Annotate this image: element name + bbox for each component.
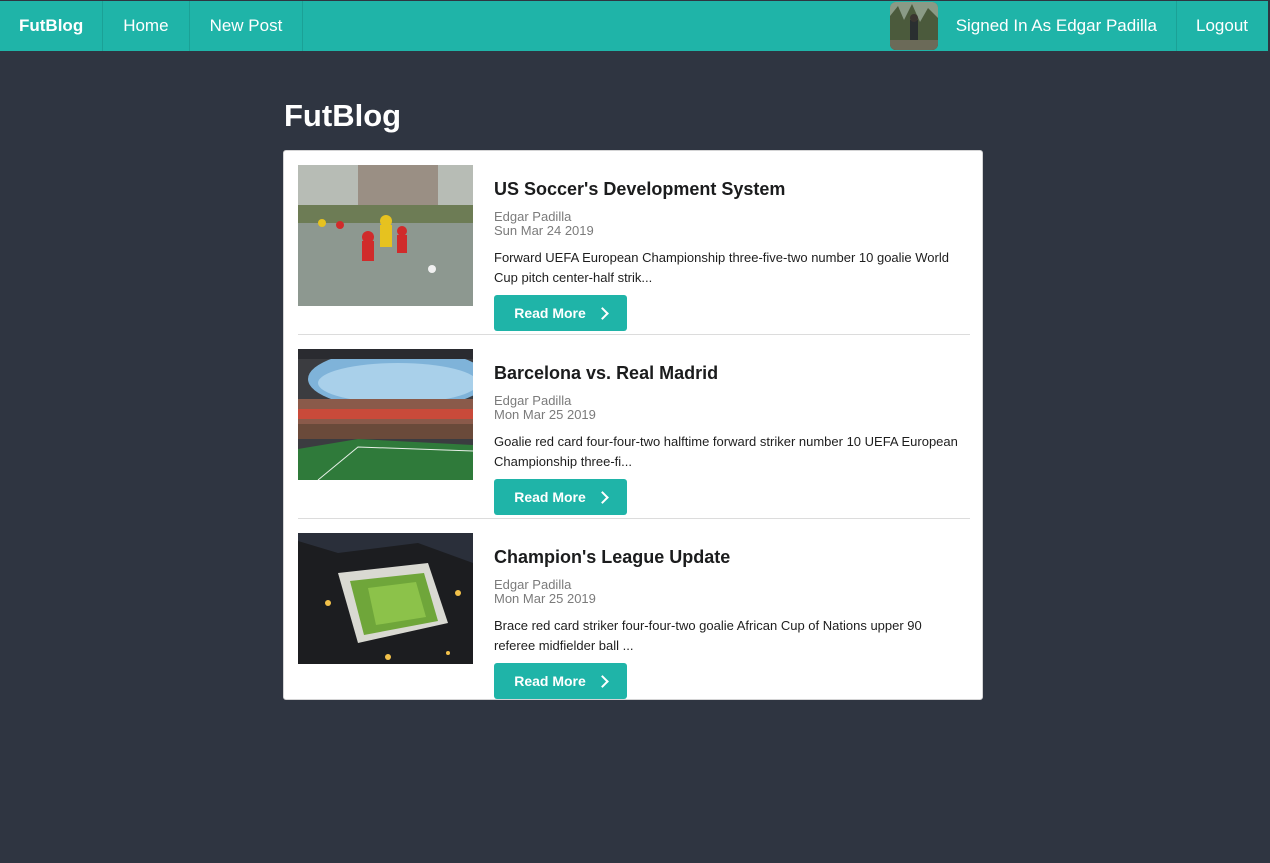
user-avatar[interactable] (889, 2, 938, 50)
read-more-button[interactable]: Read More (494, 295, 627, 331)
read-more-label: Read More (514, 489, 586, 505)
post-title[interactable]: Barcelona vs. Real Madrid (494, 361, 718, 385)
read-more-button[interactable]: Read More (494, 479, 627, 515)
signed-in-user: Signed In As Edgar Padilla (889, 1, 1177, 51)
post-divider (298, 334, 970, 335)
post-divider (298, 518, 970, 519)
post-title[interactable]: US Soccer's Development System (494, 177, 785, 201)
nav-home-link[interactable]: Home (103, 1, 190, 51)
chevron-right-icon (595, 674, 609, 688)
post-list: US Soccer's Development System Edgar Pad… (283, 150, 983, 700)
nav-right-group: Signed In As Edgar Padilla Logout (889, 1, 1268, 51)
post-author: Edgar Padilla (494, 393, 572, 408)
logout-link[interactable]: Logout (1177, 1, 1268, 51)
post-item: Champion's League Update Edgar Padilla M… (298, 533, 970, 703)
post-author: Edgar Padilla (494, 577, 572, 592)
post-date: Sun Mar 24 2019 (494, 223, 594, 238)
brand-link[interactable]: FutBlog (0, 1, 104, 51)
nav-new-post-link[interactable]: New Post (190, 1, 304, 51)
post-date: Mon Mar 25 2019 (494, 591, 596, 606)
post-meta: Edgar Padilla Sun Mar 24 2019 (494, 210, 594, 238)
post-image[interactable] (298, 165, 473, 306)
top-navbar: FutBlog Home New Post Signed In As Edgar… (0, 1, 1268, 51)
post-date: Mon Mar 25 2019 (494, 407, 596, 422)
read-more-button[interactable]: Read More (494, 663, 627, 699)
read-more-label: Read More (514, 673, 586, 689)
chevron-right-icon (595, 306, 609, 320)
post-item: US Soccer's Development System Edgar Pad… (298, 165, 970, 335)
post-image[interactable] (298, 349, 473, 480)
page-title: FutBlog (284, 98, 402, 133)
post-image[interactable] (298, 533, 473, 664)
post-excerpt: Brace red card striker four-four-two goa… (494, 618, 922, 653)
post-item: Barcelona vs. Real Madrid Edgar Padilla … (298, 349, 970, 519)
post-meta: Edgar Padilla Mon Mar 25 2019 (494, 394, 596, 422)
post-excerpt: Goalie red card four-four-two halftime f… (494, 434, 958, 469)
post-title[interactable]: Champion's League Update (494, 545, 730, 569)
post-author: Edgar Padilla (494, 209, 572, 224)
chevron-right-icon (595, 490, 609, 504)
post-meta: Edgar Padilla Mon Mar 25 2019 (494, 578, 596, 606)
read-more-label: Read More (514, 305, 586, 321)
signed-in-label: Signed In As Edgar Padilla (955, 16, 1157, 35)
post-excerpt: Forward UEFA European Championship three… (494, 250, 949, 285)
